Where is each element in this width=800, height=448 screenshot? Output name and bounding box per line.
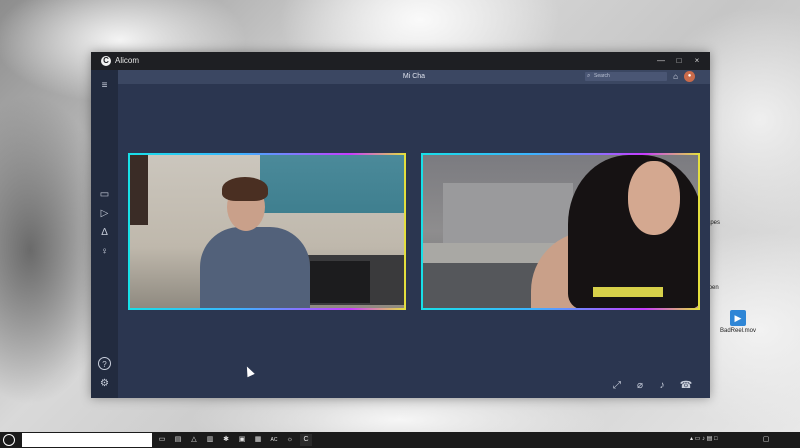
video-tile-local[interactable] (128, 153, 406, 310)
taskbar-app-icon[interactable]: ▤ (172, 434, 184, 446)
taskbar: ▭ ▤ △ ▥ ✱ ▣ ▦ AC ☼ C ▴ ▭ ♪ ▤ □ ▢ (0, 432, 800, 448)
scene-person-body (200, 227, 310, 308)
menu-icon[interactable]: ≡ (98, 79, 111, 92)
scene-person-strap (593, 287, 663, 297)
desktop-icon-label: BadReel.mov (719, 328, 757, 334)
minimize-button[interactable]: — (654, 55, 668, 67)
taskbar-app-icon[interactable]: ▦ (252, 434, 264, 446)
ime-indicator[interactable]: AC (268, 434, 280, 446)
task-view-icon[interactable]: ▭ (156, 434, 168, 446)
sidebar: ≡ ▭ ▷ ∆ ♀ ? ⚙ (91, 70, 118, 398)
search-input[interactable]: ⌕ Search (585, 72, 667, 81)
scene-shelf (130, 155, 148, 225)
maximize-button[interactable]: □ (672, 55, 686, 67)
taskbar-search-input[interactable] (22, 433, 152, 447)
video-feed-right (423, 155, 698, 308)
scene-stove (310, 261, 370, 303)
video-call-icon[interactable]: ▭ (98, 188, 111, 201)
help-icon[interactable]: ? (98, 357, 111, 370)
app-logo-icon: C (101, 56, 111, 66)
brightness-icon[interactable]: ☼ (284, 434, 296, 446)
close-button[interactable]: × (690, 55, 704, 67)
taskbar-app-icon[interactable]: ▣ (236, 434, 248, 446)
scene-cabinets (443, 183, 573, 243)
home-icon[interactable]: ⌂ (670, 71, 681, 82)
notification-icon[interactable]: ▢ (760, 434, 772, 446)
scene-person-hair (222, 177, 268, 201)
hangup-button[interactable]: ☎ (679, 380, 693, 392)
video-file-icon: ▶ (730, 310, 746, 326)
app-title: Alicom (115, 56, 140, 65)
title-bar[interactable]: C Alicom — □ × (91, 52, 710, 70)
bluetooth-icon[interactable]: ✱ (220, 434, 232, 446)
call-header: Mi Cha ⌕ Search ⌂ ● (118, 70, 710, 84)
alicom-taskbar-icon[interactable]: C (300, 434, 312, 446)
desktop-icon-badreel[interactable]: ▶ BadReel.mov (718, 310, 758, 334)
person-icon[interactable]: ♀ (98, 245, 111, 258)
start-button[interactable] (3, 434, 15, 446)
contacts-group-icon[interactable]: ∆ (98, 226, 111, 239)
video-feed-left (130, 155, 404, 308)
video-tile-remote[interactable] (421, 153, 700, 310)
volume-button[interactable]: ♪ (655, 380, 669, 392)
system-tray[interactable]: ▴ ▭ ♪ ▤ □ (690, 435, 718, 442)
mute-button[interactable]: ⌀ (633, 380, 647, 392)
fullscreen-button[interactable]: ⤢ (610, 380, 624, 392)
settings-icon[interactable]: ⚙ (98, 377, 111, 390)
search-placeholder: Search (594, 73, 610, 79)
scene-person-face (628, 161, 680, 235)
scene-cabinets (260, 155, 404, 213)
taskbar-app-icon[interactable]: ▥ (204, 434, 216, 446)
alicom-window: C Alicom — □ × ≡ ▭ ▷ ∆ ♀ ? ⚙ Mi Cha ⌕ Se… (91, 52, 710, 398)
taskbar-app-icon[interactable]: △ (188, 434, 200, 446)
search-icon: ⌕ (587, 73, 591, 79)
play-icon[interactable]: ▷ (98, 207, 111, 220)
avatar[interactable]: ● (684, 71, 695, 82)
